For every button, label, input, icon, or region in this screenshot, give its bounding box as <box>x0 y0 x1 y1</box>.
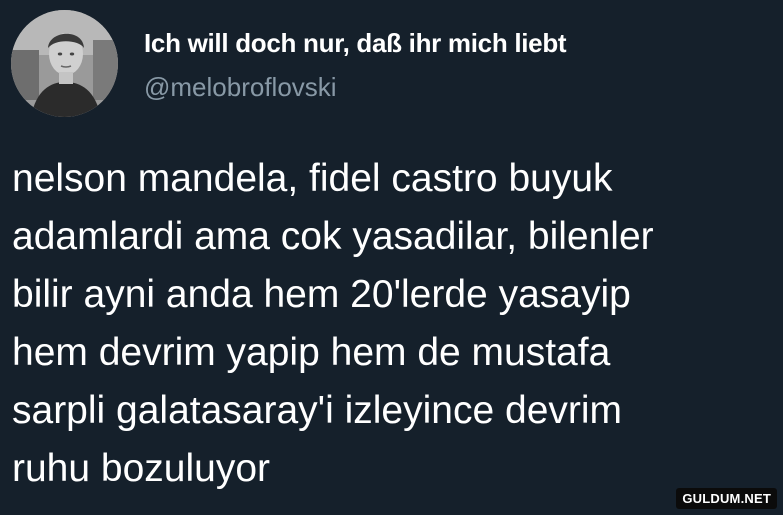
tweet-text: nelson mandela, fidel castro buyuk adaml… <box>12 157 654 490</box>
avatar[interactable] <box>11 10 118 117</box>
display-name[interactable]: Ich will doch nur, daß ihr mich liebt <box>144 28 567 59</box>
tweet-card: Ich will doch nur, daß ihr mich liebt @m… <box>0 0 783 515</box>
avatar-photo <box>11 10 118 117</box>
watermark-logo: GULDUM.NET <box>676 488 777 509</box>
user-handle[interactable]: @melobroflovski <box>144 72 337 103</box>
